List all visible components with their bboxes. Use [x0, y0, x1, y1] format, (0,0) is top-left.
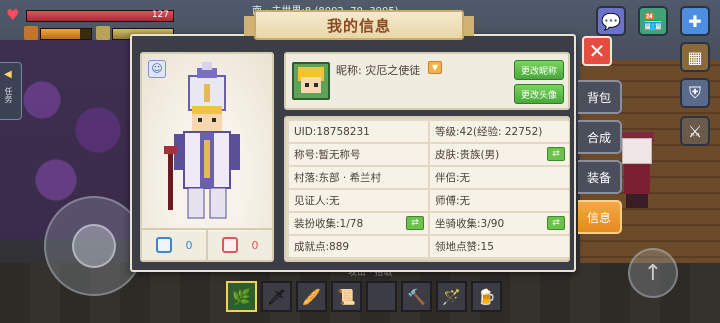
- nickname-value: 灾厄之使徒: [365, 64, 421, 77]
- dislike-button[interactable]: 0: [206, 230, 272, 260]
- hotbar-slot[interactable]: 🔨: [401, 281, 432, 312]
- info-row-outfit-collection: 装扮收集: 1/78 ⇄: [289, 213, 428, 234]
- info-row-witness: 见证人: 无: [289, 190, 428, 211]
- character-preview[interactable]: [142, 54, 272, 232]
- tab-backpack[interactable]: 背包: [578, 80, 622, 114]
- left-tab-label: 任务: [4, 87, 13, 103]
- info-row-title: 称号: 暂无称号: [289, 144, 428, 165]
- info-column-left: UID: 18758231 称号: 暂无称号 村落: 东部 · 希兰村 见证人: 无 装…: [289, 121, 428, 257]
- oxygen-icon: [96, 26, 110, 40]
- hunger-bar: [40, 28, 92, 40]
- tab-info[interactable]: 信息: [578, 200, 622, 234]
- thumbs-down-icon: [221, 237, 238, 253]
- like-count: 0: [185, 238, 193, 252]
- info-row-village: 村落: 东部 · 希兰村: [289, 167, 428, 188]
- swap-icon[interactable]: ⇄: [406, 216, 424, 230]
- hotbar: 🌿 🗡 🥖 📜 🔨 🪄 🍺: [226, 281, 502, 312]
- chat-bubble-icon[interactable]: 💬: [596, 6, 626, 36]
- change-avatar-button[interactable]: 更改头像: [514, 84, 564, 104]
- health-bar: 127: [26, 10, 174, 22]
- arrow-up-icon: ↑: [643, 260, 663, 286]
- left-quest-tab[interactable]: ◀ 任务: [0, 62, 22, 120]
- like-button[interactable]: 0: [142, 230, 206, 260]
- info-row-level: 等级: 42(经验: 22752): [430, 121, 569, 142]
- heart-icon: ♥: [6, 6, 20, 24]
- dislike-count: 0: [251, 238, 259, 252]
- swords-icon[interactable]: ⚔: [680, 116, 710, 146]
- shield-icon[interactable]: ⛨: [680, 78, 710, 108]
- health-value: 127: [151, 10, 169, 20]
- blocks-icon[interactable]: ▦: [680, 42, 710, 72]
- hotbar-slot[interactable]: 🥖: [296, 281, 327, 312]
- info-row-territory-likes: 领地点赞: 15: [430, 236, 569, 257]
- shop-icon[interactable]: 🏪: [638, 6, 668, 36]
- joystick-knob[interactable]: [72, 224, 116, 268]
- hotbar-slot[interactable]: [366, 281, 397, 312]
- tab-equipment[interactable]: 装备: [578, 160, 622, 194]
- character-model: [164, 62, 240, 219]
- jump-button[interactable]: ↑: [628, 248, 678, 298]
- rating-row: 0 0: [142, 228, 272, 260]
- info-row-mount-collection: 坐骑收集: 3/90 ⇄: [430, 213, 569, 234]
- change-nickname-button[interactable]: 更改昵称: [514, 60, 564, 80]
- info-column-right: 等级: 42(经验: 22752) 皮肤: 贵族(男) ⇄ 伴侣: 无 师傅: 无 坐骑…: [430, 121, 569, 257]
- chevron-left-icon: ◀: [4, 69, 12, 80]
- swap-icon[interactable]: ⇄: [547, 216, 565, 230]
- dialog-title: 我的信息: [326, 16, 391, 35]
- thumbs-up-icon: [155, 237, 172, 253]
- character-panel: ☺ 0 0: [140, 52, 274, 262]
- tab-crafting[interactable]: 合成: [578, 120, 622, 154]
- swap-icon[interactable]: ⇄: [547, 147, 565, 161]
- dialog-title-banner: 我的信息: [244, 10, 474, 40]
- movement-joystick[interactable]: [44, 196, 144, 296]
- hotbar-slot[interactable]: 📜: [331, 281, 362, 312]
- close-button[interactable]: ✕: [582, 36, 612, 66]
- plus-icon[interactable]: ✚: [680, 6, 710, 36]
- info-row-achievement: 成就点: 889: [289, 236, 428, 257]
- chevron-down-icon[interactable]: ▼: [428, 61, 442, 74]
- hotbar-slot[interactable]: 🍺: [471, 281, 502, 312]
- side-tabs: 背包 合成 装备 信息: [578, 80, 622, 234]
- badge-icon[interactable]: ☺: [148, 60, 166, 78]
- avatar: [292, 62, 330, 100]
- hotbar-slot[interactable]: 🗡: [261, 281, 292, 312]
- nickname-label: 昵称:: [336, 64, 362, 77]
- info-grid: UID: 18758231 称号: 暂无称号 村落: 东部 · 希兰村 见证人: 无 装…: [284, 116, 570, 262]
- hunger-icon: [24, 26, 38, 40]
- info-row-partner: 伴侣: 无: [430, 167, 569, 188]
- profile-header: 昵称: 灾厄之使徒 ▼ 更改昵称 更改头像: [284, 52, 570, 110]
- info-row-mentor: 师傅: 无: [430, 190, 569, 211]
- info-row-uid: UID: 18758231: [289, 121, 428, 142]
- hotbar-slot[interactable]: 🌿: [226, 281, 257, 312]
- hotbar-slot[interactable]: 🪄: [436, 281, 467, 312]
- info-row-skin: 皮肤: 贵族(男) ⇄: [430, 144, 569, 165]
- nickname-line: 昵称: 灾厄之使徒: [336, 62, 420, 78]
